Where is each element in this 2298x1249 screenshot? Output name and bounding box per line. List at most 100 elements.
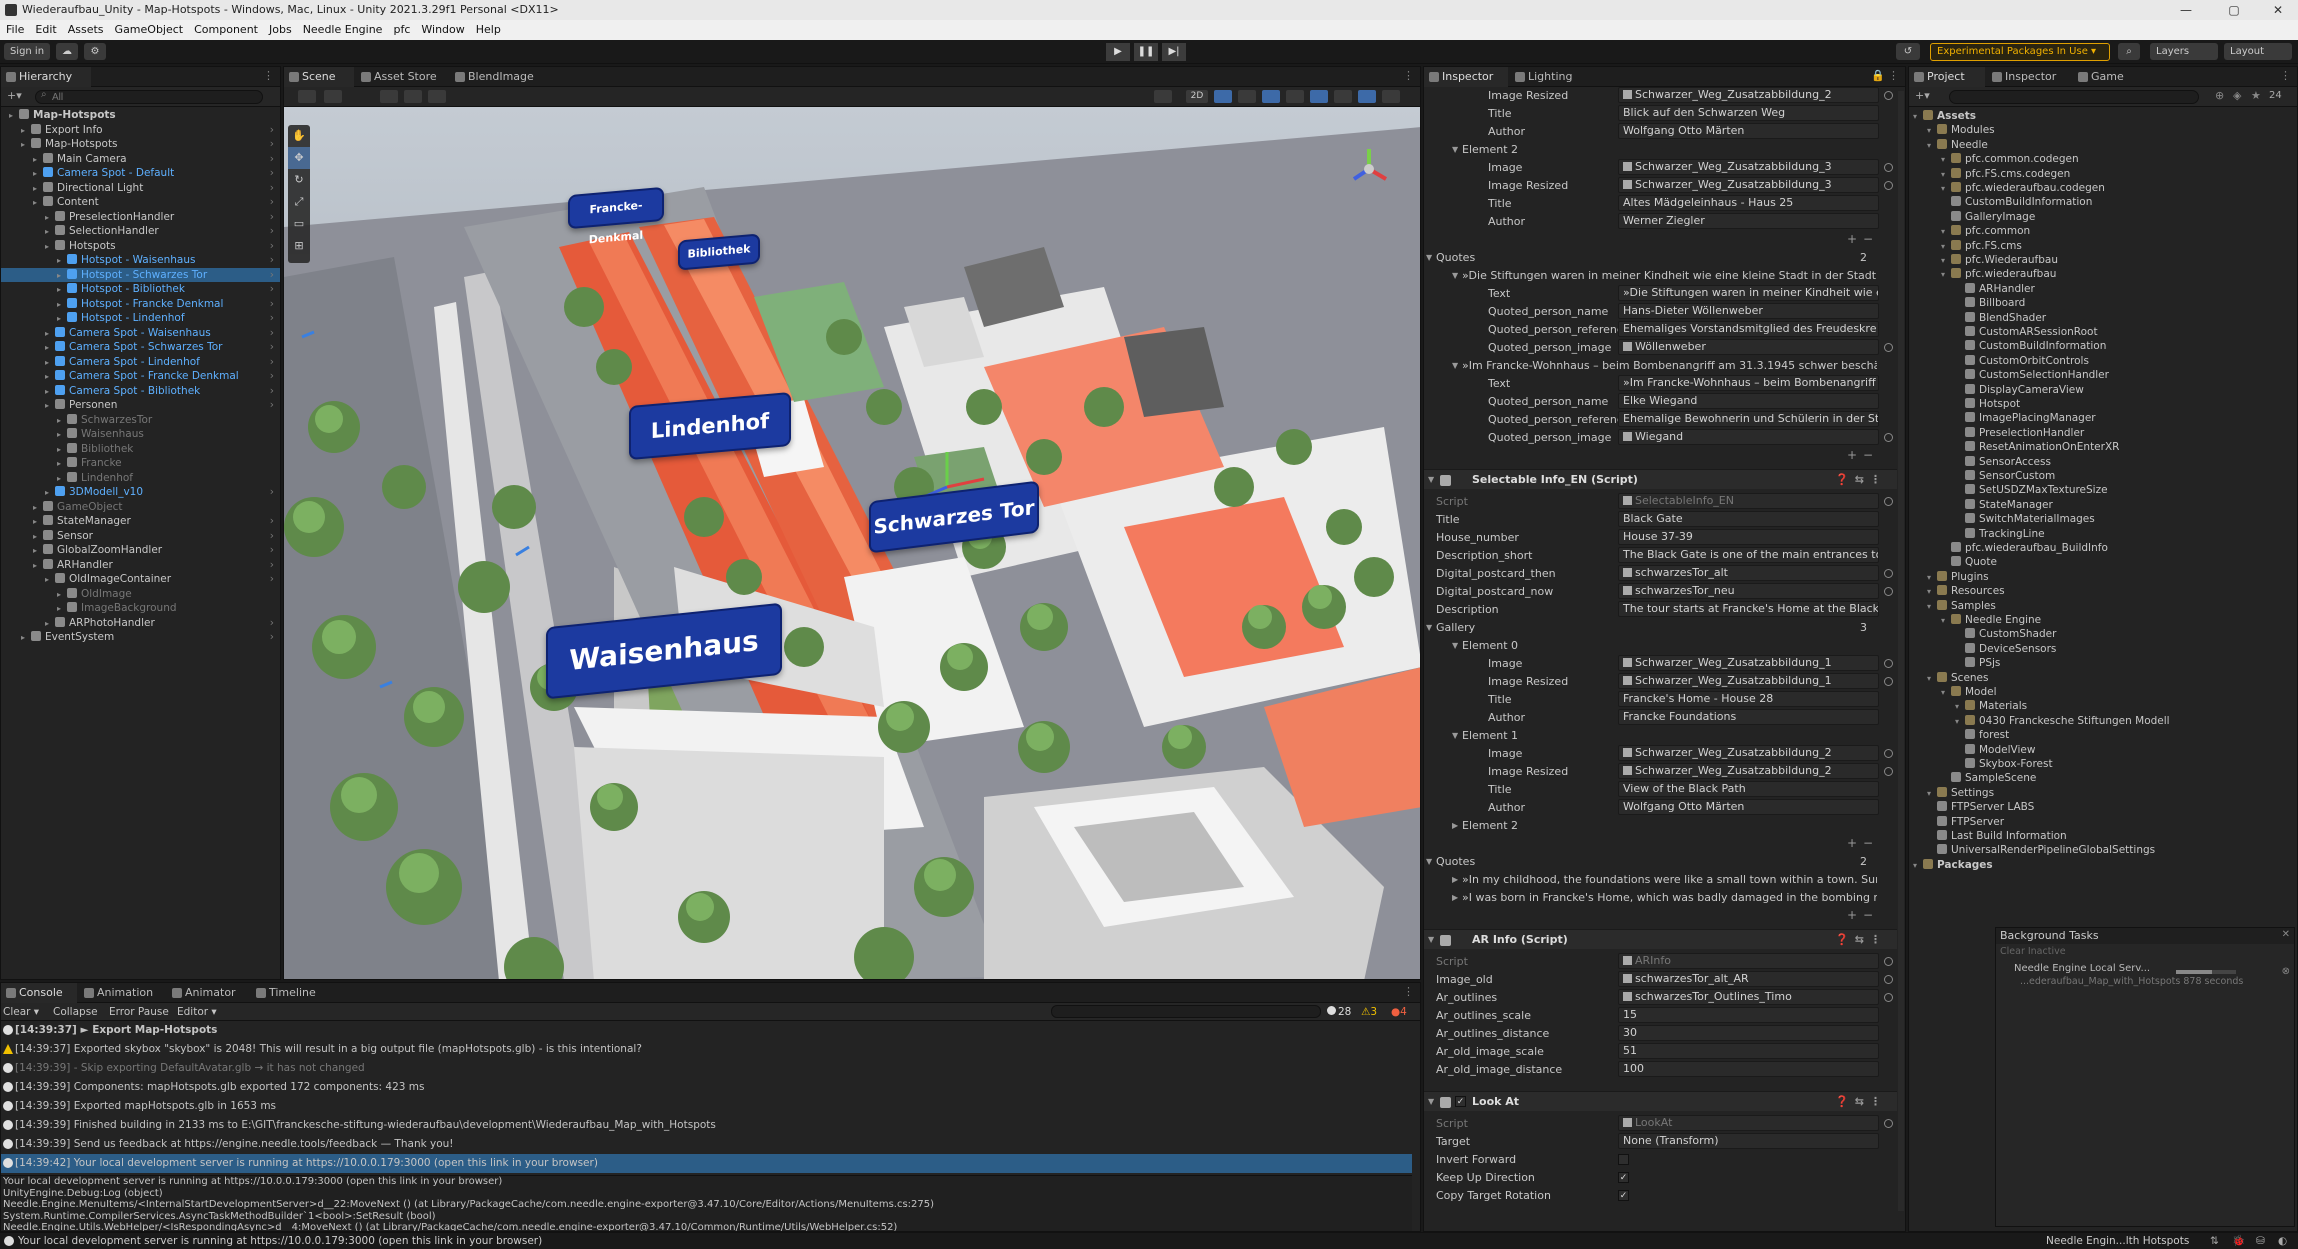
object-picker-icon[interactable] [1884, 659, 1893, 668]
chevron-right-icon[interactable]: › [270, 384, 274, 399]
hierarchy-item[interactable]: ▸ Lindenhof [1, 471, 280, 486]
console-entry[interactable]: [14:39:39] - Skip exporting DefaultAvata… [1, 1059, 1412, 1078]
hierarchy-item[interactable]: ▸ ImageBackground [1, 601, 280, 616]
text-field[interactable]: »Im Francke-Wohnhaus – beim Bombenangrif… [1618, 375, 1879, 391]
project-item[interactable]: ▾ pfc.wiederaufbau [1909, 267, 2297, 282]
foldout[interactable]: ▼ Quotes 2 [1424, 853, 1897, 870]
expand-arrow-icon[interactable]: ▸ [21, 631, 31, 646]
hierarchy-item[interactable]: ▸ Camera Spot - Francke Denkmal › [1, 369, 280, 384]
object-field[interactable]: Schwarzer_Weg_Zusatzabbildung_3 [1618, 177, 1879, 193]
collapse-arrow-icon[interactable]: ▼ [1428, 930, 1434, 950]
tab-hierarchy[interactable]: Hierarchy [1, 67, 91, 87]
project-item[interactable]: CustomBuildInformation [1909, 195, 2297, 210]
clear-button[interactable]: Clear ▾ [3, 1003, 39, 1021]
hierarchy-item[interactable]: ▸ Camera Spot - Bibliothek › [1, 384, 280, 399]
project-item[interactable]: SensorCustom [1909, 469, 2297, 484]
chevron-right-icon[interactable]: › [270, 616, 274, 631]
expand-arrow-icon[interactable]: ▸ [45, 370, 55, 385]
draw-mode-icon[interactable] [298, 90, 316, 103]
debug-icon[interactable]: 🐞 [2232, 1233, 2245, 1249]
text-field[interactable]: The Black Gate is one of the main entran… [1618, 547, 1879, 563]
tab-inspector-2[interactable]: Inspector [1987, 67, 2071, 87]
project-item[interactable]: FTPServer LABS [1909, 800, 2297, 815]
object-field[interactable]: Schwarzer_Weg_Zusatzabbildung_1 [1618, 655, 1879, 671]
hierarchy-item[interactable]: ▸ SchwarzesTor [1, 413, 280, 428]
object-field[interactable]: Schwarzer_Weg_Zusatzabbildung_3 [1618, 159, 1879, 175]
text-field[interactable]: Wolfgang Otto Märten [1618, 799, 1879, 815]
object-field[interactable]: Schwarzer_Weg_Zusatzabbildung_2 [1618, 87, 1879, 103]
hierarchy-item[interactable]: ▸ StateManager › [1, 514, 280, 529]
project-item[interactable]: PSjs [1909, 656, 2297, 671]
panel-menu-icon[interactable]: ⋮ [1888, 69, 1899, 82]
console-entry[interactable]: [14:39:37] ► Export Map-Hotspots [1, 1021, 1412, 1040]
cloud-icon[interactable]: ☁ [56, 43, 78, 60]
status-task[interactable]: Needle Engin...lth Hotspots [2046, 1233, 2189, 1249]
text-field[interactable]: Ehemaliges Vorstandsmitglied des Freudes… [1618, 321, 1879, 337]
tab-scene[interactable]: Scene [284, 67, 354, 87]
component-menu-icon[interactable]: ❓⇆⋮ [1835, 930, 1887, 950]
expand-arrow-icon[interactable]: ▸ [57, 602, 67, 617]
scene-camera-icon[interactable] [1310, 90, 1328, 103]
text-field[interactable]: House 37-39 [1618, 529, 1879, 545]
foldout[interactable]: ▼ Gallery 3 [1424, 619, 1897, 636]
component-enabled-checkbox[interactable]: ✓ [1455, 1096, 1466, 1107]
text-field[interactable]: Wolfgang Otto Märten [1618, 123, 1879, 139]
expand-arrow-icon[interactable]: ▸ [45, 486, 55, 501]
foldout-arrow-icon[interactable]: ▼ [1452, 267, 1458, 284]
add-element-icon[interactable]: + [1847, 907, 1857, 924]
status-message[interactable]: Your local development server is running… [18, 1233, 542, 1249]
hierarchy-item[interactable]: ▸ Waisenhaus [1, 427, 280, 442]
sign-in-button[interactable]: Sign in [4, 43, 50, 60]
menu-file[interactable]: File [0, 20, 29, 40]
foldout[interactable]: ▶ »In my childhood, the foundations were … [1424, 871, 1897, 888]
object-picker-icon[interactable] [1884, 343, 1893, 352]
stacktrace-line[interactable]: Your local development server is running… [1, 1176, 1412, 1188]
object-field[interactable]: Wiegand [1618, 429, 1879, 445]
maximize-icon[interactable]: ▢ [2214, 0, 2254, 20]
object-picker-icon[interactable] [1884, 91, 1893, 100]
object-field[interactable]: Schwarzer_Weg_Zusatzabbildung_2 [1618, 763, 1879, 779]
object-field[interactable]: ARInfo [1618, 953, 1879, 969]
project-item[interactable]: GalleryImage [1909, 210, 2297, 225]
foldout[interactable]: ▼ »Die Stiftungen waren in meiner Kindhei… [1424, 267, 1897, 284]
hierarchy-item[interactable]: ▸ Hotspots › [1, 239, 280, 254]
expand-arrow-icon[interactable]: ▸ [33, 515, 43, 530]
shading-mode-icon[interactable] [1154, 90, 1172, 103]
expand-arrow-icon[interactable]: ▾ [1927, 787, 1937, 802]
minimize-icon[interactable]: — [2166, 0, 2206, 20]
expand-arrow-icon[interactable]: ▸ [45, 225, 55, 240]
hidden-objects-icon[interactable] [1286, 90, 1304, 103]
text-field[interactable]: Hans-Dieter Wöllenweber [1618, 303, 1879, 319]
tab-asset-store[interactable]: Asset Store [356, 67, 446, 87]
layout-dropdown[interactable]: Layout [2224, 43, 2292, 60]
project-item[interactable]: ▾ 0430 Franckesche Stiftungen Modell [1909, 714, 2297, 729]
expand-arrow-icon[interactable]: ▸ [33, 196, 43, 211]
network-icon[interactable]: ⇅ [2210, 1233, 2219, 1249]
hierarchy-item[interactable]: ▸ ARHandler › [1, 558, 280, 573]
expand-arrow-icon[interactable]: ▸ [45, 327, 55, 342]
project-item[interactable]: ▾ pfc.wiederaufbau.codegen [1909, 181, 2297, 196]
rotate-tool-icon[interactable]: ↻ [288, 169, 310, 191]
snap-icon[interactable] [404, 90, 422, 103]
chevron-right-icon[interactable]: › [270, 137, 274, 152]
object-field[interactable]: schwarzesTor_Outlines_Timo [1618, 989, 1879, 1005]
text-field[interactable]: View of the Black Path [1618, 781, 1879, 797]
text-field[interactable]: Elke Wiegand [1618, 393, 1879, 409]
expand-arrow-icon[interactable]: ▾ [1941, 254, 1951, 269]
console-entry[interactable]: [14:39:39] Components: mapHotspots.glb e… [1, 1078, 1412, 1097]
expand-arrow-icon[interactable]: ▾ [1927, 585, 1937, 600]
expand-arrow-icon[interactable]: ▸ [57, 457, 67, 472]
project-item[interactable]: ▾ pfc.common.codegen [1909, 152, 2297, 167]
array-size[interactable]: 2 [1860, 249, 1867, 266]
chevron-right-icon[interactable]: › [270, 485, 274, 500]
hierarchy-item[interactable]: ▸ Hotspot - Francke Denkmal › [1, 297, 280, 312]
expand-arrow-icon[interactable]: ▸ [57, 588, 67, 603]
tab-lighting[interactable]: Lighting [1510, 67, 1590, 87]
tab-blend-image[interactable]: BlendImage [450, 67, 546, 87]
warning-count[interactable]: ⚠3 [1361, 1003, 1377, 1021]
project-item[interactable]: CustomOrbitControls [1909, 354, 2297, 369]
foldout-arrow-icon[interactable]: ▼ [1426, 619, 1432, 636]
hierarchy-search-input[interactable] [35, 90, 263, 104]
foldout-arrow-icon[interactable]: ▶ [1452, 817, 1458, 834]
hierarchy-item[interactable]: ▸ PreselectionHandler › [1, 210, 280, 225]
